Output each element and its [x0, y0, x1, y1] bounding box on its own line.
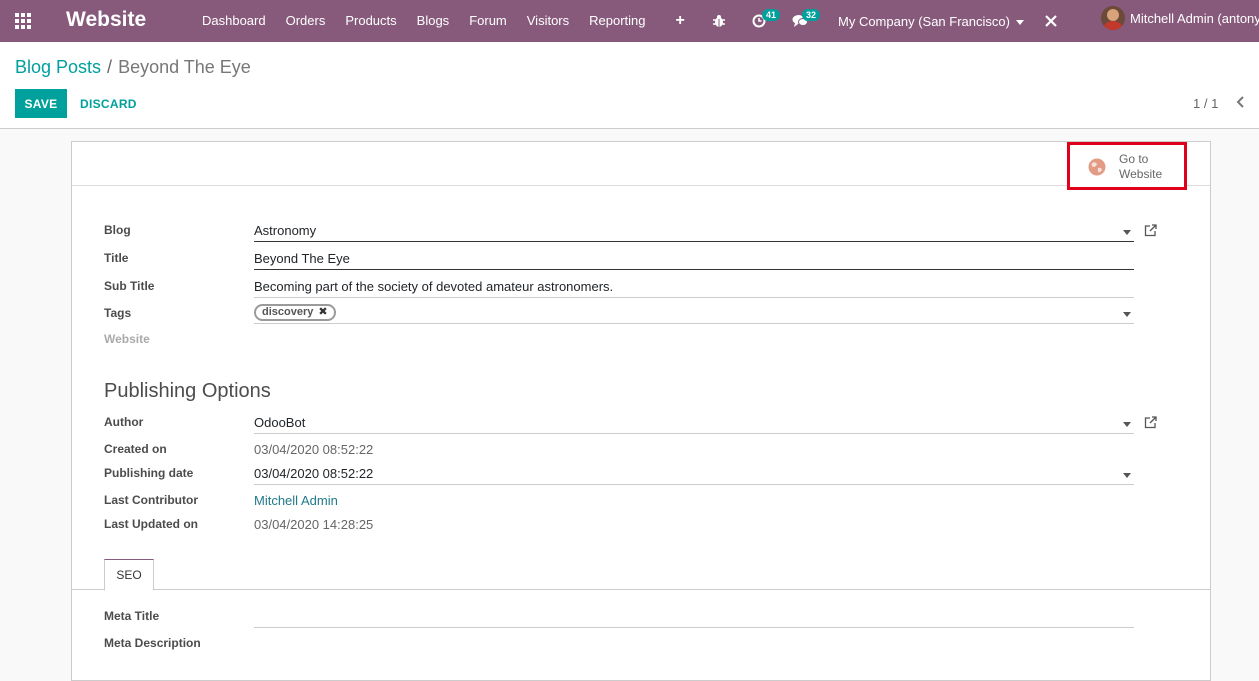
tag-discovery[interactable]: discovery ✖ — [254, 304, 336, 321]
new-content-plus-icon[interactable]: + — [656, 0, 697, 42]
apps-menu-icon[interactable] — [15, 13, 32, 29]
created-on-label: Created on — [104, 442, 167, 456]
user-menu[interactable]: Mitchell Admin (antony — [1101, 6, 1259, 30]
app-name[interactable]: Website — [66, 7, 146, 33]
company-name: My Company (San Francisco) — [838, 13, 1010, 29]
blog-value: Astronomy — [254, 223, 317, 238]
avatar — [1101, 6, 1125, 30]
publishing-options-heading: Publishing Options — [104, 380, 271, 402]
blog-field[interactable]: Astronomy — [254, 220, 1134, 242]
menu-products[interactable]: Products — [335, 0, 406, 42]
subtitle-label: Sub Title — [104, 279, 155, 293]
tags-field[interactable]: discovery ✖ — [254, 302, 1134, 324]
messaging-chat-icon[interactable]: 32 — [792, 0, 821, 42]
go-to-website-button[interactable]: Go to Website — [1067, 142, 1187, 190]
title-value: Beyond The Eye — [254, 251, 350, 266]
author-field[interactable]: OdooBot — [254, 412, 1134, 434]
created-on-value: 03/04/2020 08:52:22 — [254, 442, 374, 457]
remove-tag-icon[interactable]: ✖ — [318, 306, 327, 319]
title-field[interactable]: Beyond The Eye — [254, 248, 1134, 270]
last-contributor-link[interactable]: Mitchell Admin — [254, 493, 338, 508]
tab-seo[interactable]: SEO — [104, 559, 154, 591]
globe-icon — [1088, 158, 1106, 176]
last-updated-label: Last Updated on — [104, 517, 199, 531]
chevron-down-icon — [1015, 19, 1024, 25]
chevron-down-icon[interactable] — [1123, 312, 1131, 317]
main-menu: Dashboard Orders Products Blogs Forum Vi… — [192, 0, 697, 42]
publishing-date-value: 03/04/2020 08:52:22 — [254, 466, 374, 481]
tags-label: Tags — [104, 306, 132, 320]
go-to-label-line1: Go to — [1119, 152, 1149, 166]
button-box: Go to Website — [72, 142, 1210, 190]
title-label: Title — [104, 251, 129, 265]
notebook-tabs: SEO — [72, 559, 1210, 591]
user-name: Mitchell Admin (antony — [1130, 10, 1259, 26]
external-link-icon[interactable] — [1144, 416, 1157, 429]
control-panel: Blog Posts / Beyond The Eye SAVE DISCARD 1… — [0, 42, 1259, 129]
last-contributor-label: Last Contributor — [104, 493, 198, 507]
message-count-badge: 32 — [802, 9, 821, 21]
meta-description-label: Meta Description — [104, 636, 201, 650]
breadcrumb-separator: / — [107, 57, 113, 77]
save-button[interactable]: SAVE — [15, 89, 67, 118]
menu-dashboard[interactable]: Dashboard — [192, 0, 276, 42]
go-to-label-line2: Website — [1119, 167, 1163, 181]
go-to-website-label: Go to Website — [1119, 152, 1179, 182]
last-updated-value: 03/04/2020 14:28:25 — [254, 517, 374, 532]
discard-button[interactable]: DISCARD — [72, 89, 145, 118]
pager-value[interactable]: 1 / 1 — [1193, 96, 1218, 111]
subtitle-field[interactable]: Becoming part of the society of devoted … — [254, 276, 1134, 298]
menu-forum[interactable]: Forum — [459, 0, 517, 42]
top-navbar: Website Dashboard Orders Products Blogs … — [0, 0, 1259, 42]
activity-count-badge: 41 — [762, 9, 781, 21]
menu-visitors[interactable]: Visitors — [517, 0, 579, 42]
company-switcher[interactable]: My Company (San Francisco) — [838, 14, 1024, 29]
subtitle-value: Becoming part of the society of devoted … — [254, 279, 614, 294]
menu-blogs[interactable]: Blogs — [407, 0, 460, 42]
tag-label: discovery — [262, 306, 314, 318]
systray: 41 32 My Company (San Francisco) — [712, 0, 1058, 42]
chevron-down-icon[interactable] — [1123, 473, 1131, 478]
chevron-left-icon[interactable] — [1234, 94, 1246, 110]
meta-title-field[interactable] — [254, 606, 1134, 628]
publishing-date-label: Publishing date — [104, 466, 194, 480]
chevron-down-icon[interactable] — [1123, 230, 1131, 235]
breadcrumb-current: Beyond The Eye — [118, 57, 251, 77]
activity-clock-icon[interactable]: 41 — [752, 0, 781, 42]
menu-orders[interactable]: Orders — [276, 0, 336, 42]
debug-bug-icon[interactable] — [712, 0, 726, 42]
author-label: Author — [104, 415, 144, 429]
website-label: Website — [104, 332, 150, 346]
blog-label: Blog — [104, 223, 131, 237]
meta-title-label: Meta Title — [104, 609, 160, 623]
external-link-icon[interactable] — [1144, 224, 1157, 237]
chevron-down-icon[interactable] — [1123, 422, 1131, 427]
breadcrumb: Blog Posts / Beyond The Eye — [15, 56, 251, 78]
breadcrumb-blog-posts[interactable]: Blog Posts — [15, 57, 101, 77]
publishing-date-field[interactable]: 03/04/2020 08:52:22 — [254, 463, 1134, 485]
menu-reporting[interactable]: Reporting — [579, 0, 655, 42]
form-sheet: Go to Website Blog Astronomy Title Beyon… — [71, 141, 1211, 681]
author-value: OdooBot — [254, 415, 306, 430]
close-edit-icon[interactable] — [1044, 0, 1058, 42]
